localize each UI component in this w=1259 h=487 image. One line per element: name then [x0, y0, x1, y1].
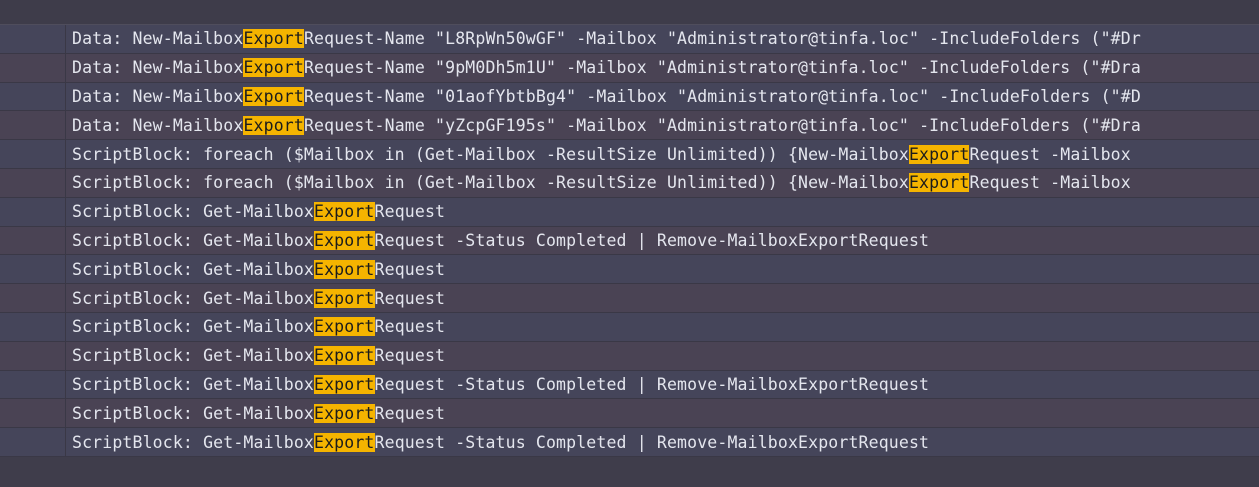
log-text-segment: ScriptBlock: Get-Mailbox — [72, 230, 315, 250]
log-line-text: Data: New-MailboxExportRequest-Name "9pM… — [66, 58, 1141, 78]
log-line-text: ScriptBlock: foreach ($Mailbox in (Get-M… — [66, 173, 1131, 193]
log-line-text: Data: New-MailboxExportRequest-Name "L8R… — [66, 29, 1141, 49]
log-row[interactable]: Data: New-MailboxExportRequest-Name "9pM… — [0, 53, 1259, 83]
row-gutter — [0, 255, 66, 284]
row-gutter — [0, 399, 66, 428]
log-text-segment: Request-Name "yZcpGF195s" -Mailbox "Admi… — [303, 115, 1141, 135]
log-row[interactable]: ScriptBlock: Get-MailboxExportRequest -S… — [0, 370, 1259, 400]
log-text-segment: ScriptBlock: Get-Mailbox — [72, 317, 315, 337]
log-text-segment: Data: New-Mailbox — [72, 29, 244, 49]
log-row[interactable]: ScriptBlock: Get-MailboxExportRequest — [0, 197, 1259, 227]
log-line-text: ScriptBlock: Get-MailboxExportRequest -S… — [66, 230, 930, 250]
search-highlight: Export — [243, 29, 304, 49]
log-row[interactable]: ScriptBlock: Get-MailboxExportRequest — [0, 399, 1259, 429]
search-highlight: Export — [314, 202, 375, 222]
log-text-segment: ScriptBlock: Get-Mailbox — [72, 259, 315, 279]
log-text-segment: ScriptBlock: Get-Mailbox — [72, 346, 315, 366]
search-highlight: Export — [243, 86, 304, 106]
search-highlight: Export — [908, 144, 970, 164]
log-line-text: ScriptBlock: Get-MailboxExportRequest — [66, 346, 446, 366]
log-text-segment: Request -Status Completed | Remove-Mailb… — [374, 432, 930, 452]
log-results-list: Data: New-MailboxExportRequest-Name "L8R… — [0, 25, 1259, 457]
log-row[interactable]: Data: New-MailboxExportRequest-Name "yZc… — [0, 111, 1259, 141]
log-row[interactable]: Data: New-MailboxExportRequest-Name "L8R… — [0, 25, 1259, 54]
log-row[interactable]: ScriptBlock: Get-MailboxExportRequest — [0, 255, 1259, 285]
log-line-text: ScriptBlock: Get-MailboxExportRequest — [66, 259, 446, 279]
log-text-segment: Request — [374, 346, 446, 366]
log-text-segment: Request -Mailbox — [969, 173, 1131, 193]
row-gutter — [0, 370, 66, 399]
log-text-segment: ScriptBlock: Get-Mailbox — [72, 374, 315, 394]
log-text-segment: Request -Status Completed | Remove-Mailb… — [374, 230, 930, 250]
log-line-text: ScriptBlock: Get-MailboxExportRequest — [66, 317, 446, 337]
log-text-segment: Request-Name "L8RpWn50wGF" -Mailbox "Adm… — [303, 29, 1141, 49]
search-highlight: Export — [243, 115, 304, 135]
row-gutter — [0, 111, 66, 140]
log-line-text: ScriptBlock: foreach ($Mailbox in (Get-M… — [66, 144, 1131, 164]
log-text-segment: Request-Name "01aofYbtbBg4" -Mailbox "Ad… — [303, 86, 1141, 106]
row-gutter — [0, 168, 66, 197]
search-highlight: Export — [314, 259, 375, 279]
log-text-segment: Data: New-Mailbox — [72, 58, 244, 78]
row-gutter — [0, 312, 66, 341]
row-gutter — [0, 226, 66, 255]
log-text-segment: ScriptBlock: foreach ($Mailbox in (Get-M… — [72, 173, 909, 193]
row-gutter — [0, 25, 66, 53]
log-text-segment: ScriptBlock: Get-Mailbox — [72, 288, 315, 308]
log-text-segment: Request — [374, 317, 446, 337]
row-gutter — [0, 140, 66, 168]
log-text-segment: Data: New-Mailbox — [72, 86, 244, 106]
log-text-segment: ScriptBlock: Get-Mailbox — [72, 432, 315, 452]
row-gutter — [0, 82, 66, 111]
log-text-segment: Request -Mailbox — [969, 144, 1131, 164]
row-gutter — [0, 197, 66, 226]
log-text-segment: ScriptBlock: Get-Mailbox — [72, 202, 315, 222]
search-highlight: Export — [314, 432, 375, 452]
log-row[interactable]: ScriptBlock: Get-MailboxExportRequest -S… — [0, 226, 1259, 256]
results-footer-bar — [0, 456, 1259, 487]
search-highlight: Export — [314, 403, 375, 423]
search-highlight: Export — [314, 374, 375, 394]
log-row[interactable]: ScriptBlock: foreach ($Mailbox in (Get-M… — [0, 140, 1259, 169]
search-highlight: Export — [314, 288, 375, 308]
log-line-text: ScriptBlock: Get-MailboxExportRequest — [66, 288, 446, 308]
log-line-text: ScriptBlock: Get-MailboxExportRequest -S… — [66, 432, 930, 452]
log-row[interactable]: ScriptBlock: Get-MailboxExportRequest — [0, 312, 1259, 342]
log-row[interactable]: Data: New-MailboxExportRequest-Name "01a… — [0, 82, 1259, 112]
log-row[interactable]: ScriptBlock: foreach ($Mailbox in (Get-M… — [0, 168, 1259, 198]
search-highlight: Export — [314, 346, 375, 366]
log-row[interactable]: ScriptBlock: Get-MailboxExportRequest — [0, 284, 1259, 313]
row-gutter — [0, 428, 66, 456]
log-text-segment: Request — [374, 403, 446, 423]
search-highlight: Export — [908, 173, 970, 193]
log-text-segment: Data: New-Mailbox — [72, 115, 244, 135]
row-gutter — [0, 341, 66, 370]
log-text-segment: Request -Status Completed | Remove-Mailb… — [374, 374, 930, 394]
row-gutter — [0, 53, 66, 82]
log-text-segment: Request — [374, 202, 446, 222]
search-highlight: Export — [314, 317, 375, 337]
log-line-text: ScriptBlock: Get-MailboxExportRequest — [66, 202, 446, 222]
row-gutter — [0, 284, 66, 312]
search-highlight: Export — [243, 58, 304, 78]
log-text-segment: Request — [374, 259, 446, 279]
log-text-segment: ScriptBlock: Get-Mailbox — [72, 403, 315, 423]
log-line-text: ScriptBlock: Get-MailboxExportRequest — [66, 403, 446, 423]
log-line-text: Data: New-MailboxExportRequest-Name "yZc… — [66, 115, 1141, 135]
log-text-segment: Request-Name "9pM0Dh5m1U" -Mailbox "Admi… — [303, 58, 1141, 78]
search-highlight: Export — [314, 230, 375, 250]
log-line-text: Data: New-MailboxExportRequest-Name "01a… — [66, 86, 1141, 106]
log-row[interactable]: ScriptBlock: Get-MailboxExportRequest — [0, 341, 1259, 371]
log-line-text: ScriptBlock: Get-MailboxExportRequest -S… — [66, 374, 930, 394]
results-header-bar — [0, 0, 1259, 25]
log-row[interactable]: ScriptBlock: Get-MailboxExportRequest -S… — [0, 428, 1259, 457]
log-text-segment: Request — [374, 288, 446, 308]
log-text-segment: ScriptBlock: foreach ($Mailbox in (Get-M… — [72, 144, 909, 164]
